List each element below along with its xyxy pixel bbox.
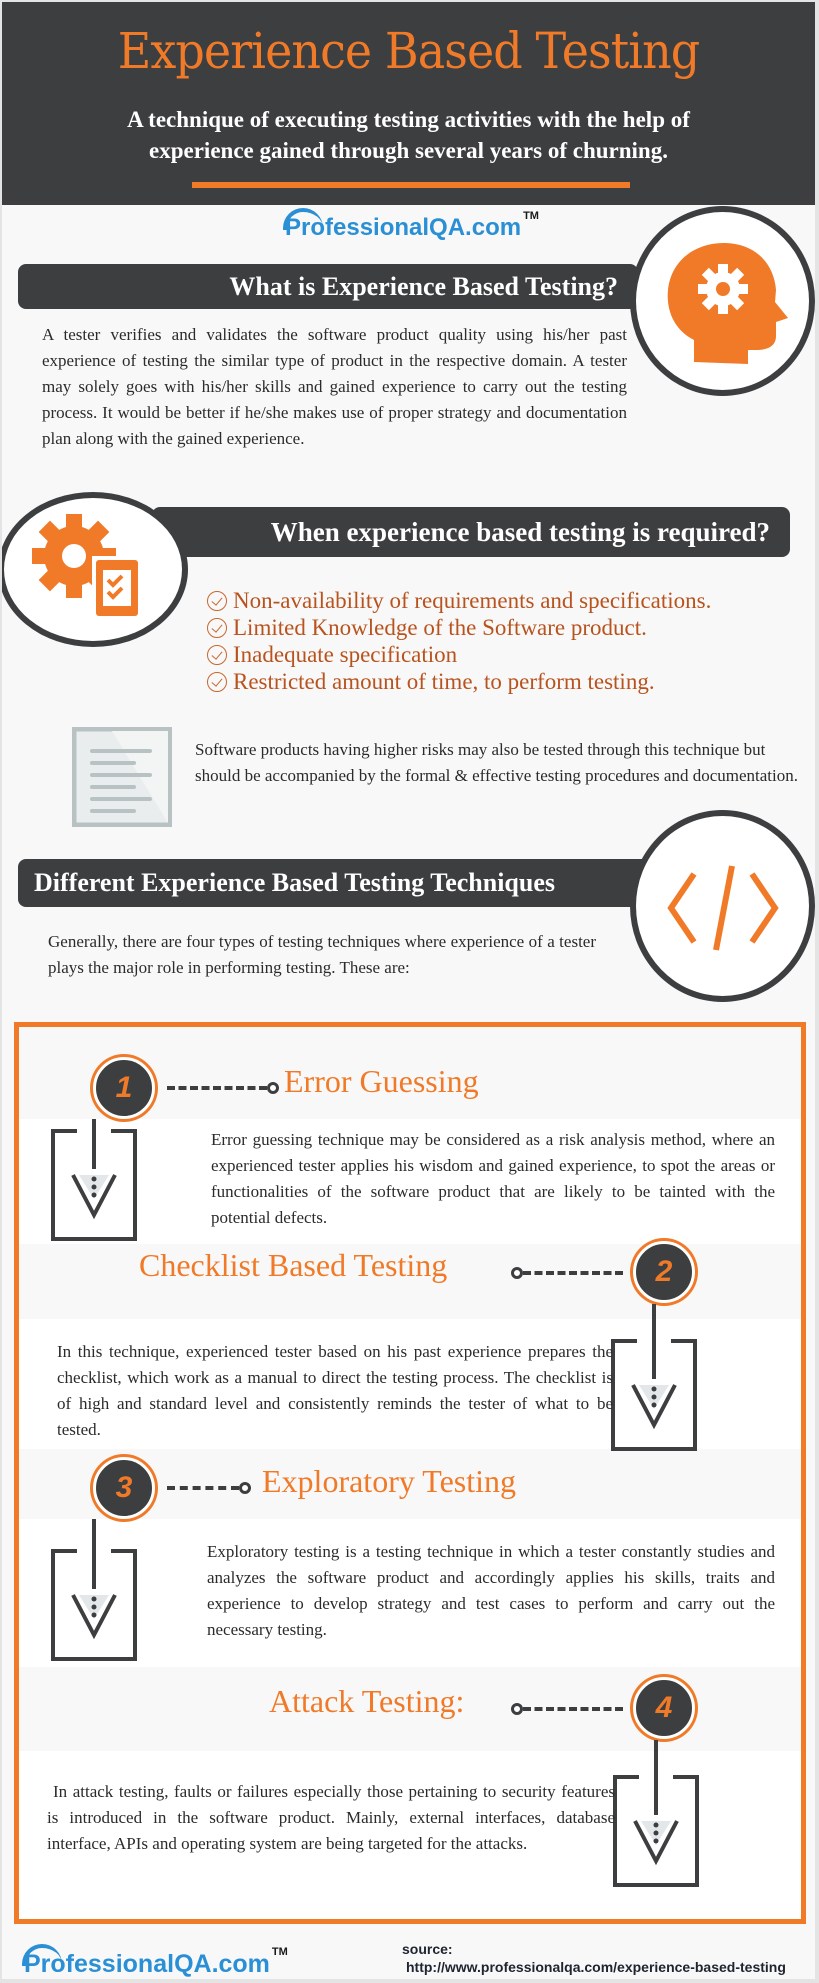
technique-description: In attack testing, faults or failures es… xyxy=(47,1782,615,1853)
connector-line xyxy=(523,1271,623,1275)
funnel-icon xyxy=(51,1119,137,1241)
gear-checklist-icon xyxy=(32,514,138,616)
source-label: source: xyxy=(402,1941,453,1957)
risk-note: Software products having higher risks ma… xyxy=(195,740,798,785)
subtitle-line-1: A technique of executing testing activit… xyxy=(127,107,690,132)
section-heading-what-is: What is Experience Based Testing? xyxy=(18,264,638,309)
gear-circle xyxy=(2,492,188,647)
technique-number-badge: 1 xyxy=(93,1057,155,1119)
connector-line xyxy=(167,1086,267,1090)
head-circle xyxy=(630,206,815,396)
header-divider xyxy=(192,182,630,188)
logo-arc-icon xyxy=(283,208,323,230)
brand-logo: ProfessionalQA.com TM xyxy=(283,208,539,242)
technique-title: Attack Testing: xyxy=(269,1683,465,1719)
requirement-item: Non-availability of requirements and spe… xyxy=(207,587,807,614)
section-heading-when-required: When experience based testing is require… xyxy=(152,507,790,557)
what-is-description: A tester verifies and validates the soft… xyxy=(42,325,627,448)
page-subtitle: A technique of executing testing activit… xyxy=(32,104,785,166)
requirement-item: Restricted amount of time, to perform te… xyxy=(207,668,807,695)
requirement-item: Inadequate specification xyxy=(207,641,807,668)
connector-dot xyxy=(511,1703,523,1715)
section-heading-techniques: Different Experience Based Testing Techn… xyxy=(18,859,654,907)
technique-number-badge: 4 xyxy=(633,1677,695,1739)
check-circle-icon xyxy=(207,644,227,665)
techniques-frame: 1 Error Guessing Error guessing techniqu… xyxy=(14,1022,806,1924)
footer-logo: ProfessionalQA.com TM xyxy=(22,1944,288,1979)
logo-arc-icon xyxy=(22,1944,62,1966)
head-gear-icon xyxy=(667,242,788,364)
technique-title: Exploratory Testing xyxy=(262,1463,517,1499)
infographic-page: Experience Based Testing A technique of … xyxy=(2,2,815,1979)
requirement-list: Non-availability of requirements and spe… xyxy=(207,587,807,695)
logo-trademark: TM xyxy=(523,210,539,222)
funnel-icon xyxy=(611,1304,697,1451)
subtitle-line-2: experience gained through several years … xyxy=(149,138,668,163)
header-banner: Experience Based Testing A technique of … xyxy=(2,2,815,205)
page-title: Experience Based Testing xyxy=(117,22,701,80)
funnel-icon xyxy=(51,1519,137,1661)
requirement-item: Limited Knowledge of the Software produc… xyxy=(207,614,807,641)
code-circle xyxy=(630,810,815,1002)
technique-description: Exploratory testing is a testing techniq… xyxy=(207,1542,775,1639)
logo-text-suffix: QA.com xyxy=(174,1950,270,1978)
connector-dot xyxy=(239,1482,251,1494)
source-citation: source: http://www.professionalqa.com/ex… xyxy=(402,1940,786,1976)
connector-line xyxy=(167,1486,239,1490)
check-circle-icon xyxy=(207,590,227,611)
techniques-intro: Generally, there are four types of testi… xyxy=(48,932,596,977)
funnel-icon xyxy=(613,1740,699,1887)
logo-text-suffix: QA.com xyxy=(429,214,522,241)
source-link[interactable]: http://www.professionalqa.com/experience… xyxy=(402,1958,786,1976)
connector-line xyxy=(523,1707,623,1711)
connector-dot xyxy=(267,1082,279,1094)
technique-number-badge: 2 xyxy=(633,1241,695,1303)
connector-dot xyxy=(511,1267,523,1279)
logo-trademark: TM xyxy=(271,1946,288,1958)
technique-description: Error guessing technique may be consider… xyxy=(211,1130,775,1227)
technique-number-badge: 3 xyxy=(93,1457,155,1519)
technique-description: In this technique, experienced tester ba… xyxy=(57,1342,613,1439)
technique-title: Error Guessing xyxy=(284,1063,479,1099)
document-icon xyxy=(71,726,173,828)
code-icon xyxy=(667,865,779,951)
check-circle-icon xyxy=(207,617,227,638)
check-circle-icon xyxy=(207,671,227,692)
technique-title: Checklist Based Testing xyxy=(139,1247,448,1283)
